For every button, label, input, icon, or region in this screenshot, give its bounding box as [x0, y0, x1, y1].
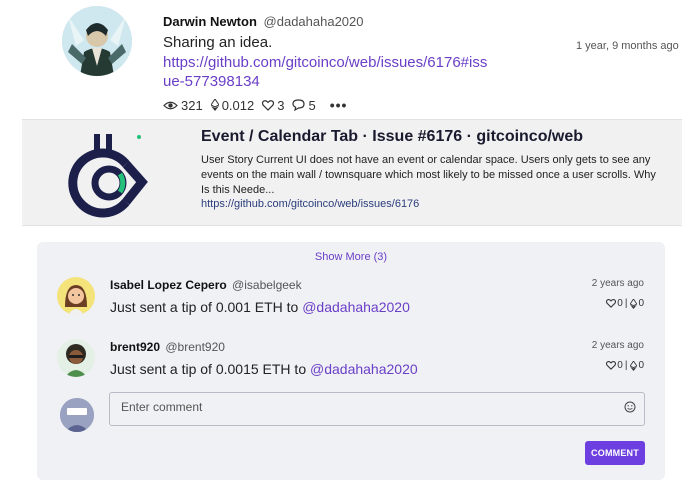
preview-url[interactable]: https://github.com/gitcoinco/web/issues/…	[201, 198, 419, 210]
mention-link[interactable]: @dadahaha2020	[302, 299, 410, 315]
commenter-avatar[interactable]	[57, 339, 95, 377]
separator: |	[624, 298, 628, 309]
comment-item: brent920 @brent920 Just sent a tip of 0.…	[37, 339, 665, 387]
views-stat: 321	[163, 98, 203, 113]
author-avatar[interactable]	[62, 6, 132, 76]
commenter-avatar[interactable]	[57, 277, 95, 315]
comment-likes: 0	[617, 360, 623, 371]
ethereum-icon	[210, 99, 219, 111]
comment-text: Just sent a tip of 0.0015 ETH to @dadaha…	[110, 361, 418, 377]
ethereum-icon[interactable]	[630, 360, 638, 371]
author-line: Darwin Newton @dadahaha2020	[163, 13, 563, 31]
comment-eth: 0	[638, 360, 644, 371]
post-timestamp: 1 year, 9 months ago	[576, 40, 679, 52]
comment-text: Just sent a tip of 0.001 ETH to @dadahah…	[110, 299, 410, 315]
views-count: 321	[181, 97, 203, 113]
comment-likes: 0	[617, 298, 623, 309]
preview-title[interactable]: Event / Calendar Tab · Issue #6176 · git…	[201, 128, 583, 146]
comment-timestamp: 2 years ago	[591, 340, 644, 351]
gitcoin-logo	[68, 134, 148, 218]
heart-icon[interactable]	[606, 299, 617, 308]
commenter-name[interactable]: brent920	[110, 340, 160, 354]
link-preview-card[interactable]: Event / Calendar Tab · Issue #6176 · git…	[22, 119, 682, 226]
comment-author: Isabel Lopez Cepero @isabelgeek	[110, 278, 302, 292]
comment-stat[interactable]: 5	[292, 97, 316, 113]
commenter-handle[interactable]: @isabelgeek	[232, 278, 302, 292]
commenter-name[interactable]: Isabel Lopez Cepero	[110, 278, 227, 292]
show-more-button[interactable]: Show More (3)	[37, 251, 665, 263]
comment-item: Isabel Lopez Cepero @isabelgeek Just sen…	[37, 277, 665, 325]
more-icon[interactable]: •••	[330, 97, 348, 113]
comment-text-body: Just sent a tip of 0.001 ETH to	[110, 299, 303, 315]
tip-stat[interactable]: 0.012	[210, 97, 255, 113]
post-text: Sharing an idea.	[163, 34, 273, 51]
post-body: Darwin Newton @dadahaha2020 Sharing an i…	[163, 13, 563, 91]
ethereum-icon[interactable]	[630, 298, 638, 309]
activity-post: Darwin Newton @dadahaha2020 Sharing an i…	[0, 0, 690, 118]
comment-eth: 0	[638, 298, 644, 309]
comment-input[interactable]	[109, 392, 645, 426]
emoji-icon[interactable]	[624, 401, 636, 413]
likes-count: 3	[277, 97, 285, 113]
post-stats: 321 0.012 3 5 •••	[163, 97, 347, 113]
current-user-avatar	[60, 398, 94, 432]
comment-reactions: 0 | 0	[605, 298, 644, 309]
author-handle[interactable]: @dadahaha2020	[264, 14, 364, 29]
like-stat[interactable]: 3	[262, 98, 284, 113]
comment-author: brent920 @brent920	[110, 340, 225, 354]
post-link[interactable]: https://github.com/gitcoinco/web/issues/…	[163, 53, 493, 91]
author-name[interactable]: Darwin Newton	[163, 14, 257, 29]
comment-icon	[292, 99, 306, 111]
heart-icon	[262, 99, 275, 111]
comments-count: 5	[308, 97, 316, 113]
preview-description: User Story Current UI does not have an e…	[201, 154, 656, 196]
comments-panel: Show More (3) Isabel Lopez Cepero @isabe…	[37, 242, 665, 480]
eth-amount: 0.012	[221, 97, 255, 113]
comment-timestamp: 2 years ago	[591, 278, 644, 289]
heart-icon[interactable]	[606, 361, 617, 370]
comment-text-body: Just sent a tip of 0.0015 ETH to	[110, 361, 310, 377]
eye-icon	[163, 101, 178, 109]
separator: |	[624, 360, 628, 371]
commenter-handle[interactable]: @brent920	[165, 340, 225, 354]
comment-reactions: 0 | 0	[605, 360, 644, 371]
mention-link[interactable]: @dadahaha2020	[310, 361, 418, 377]
comment-submit-button[interactable]: COMMENT	[585, 441, 645, 465]
